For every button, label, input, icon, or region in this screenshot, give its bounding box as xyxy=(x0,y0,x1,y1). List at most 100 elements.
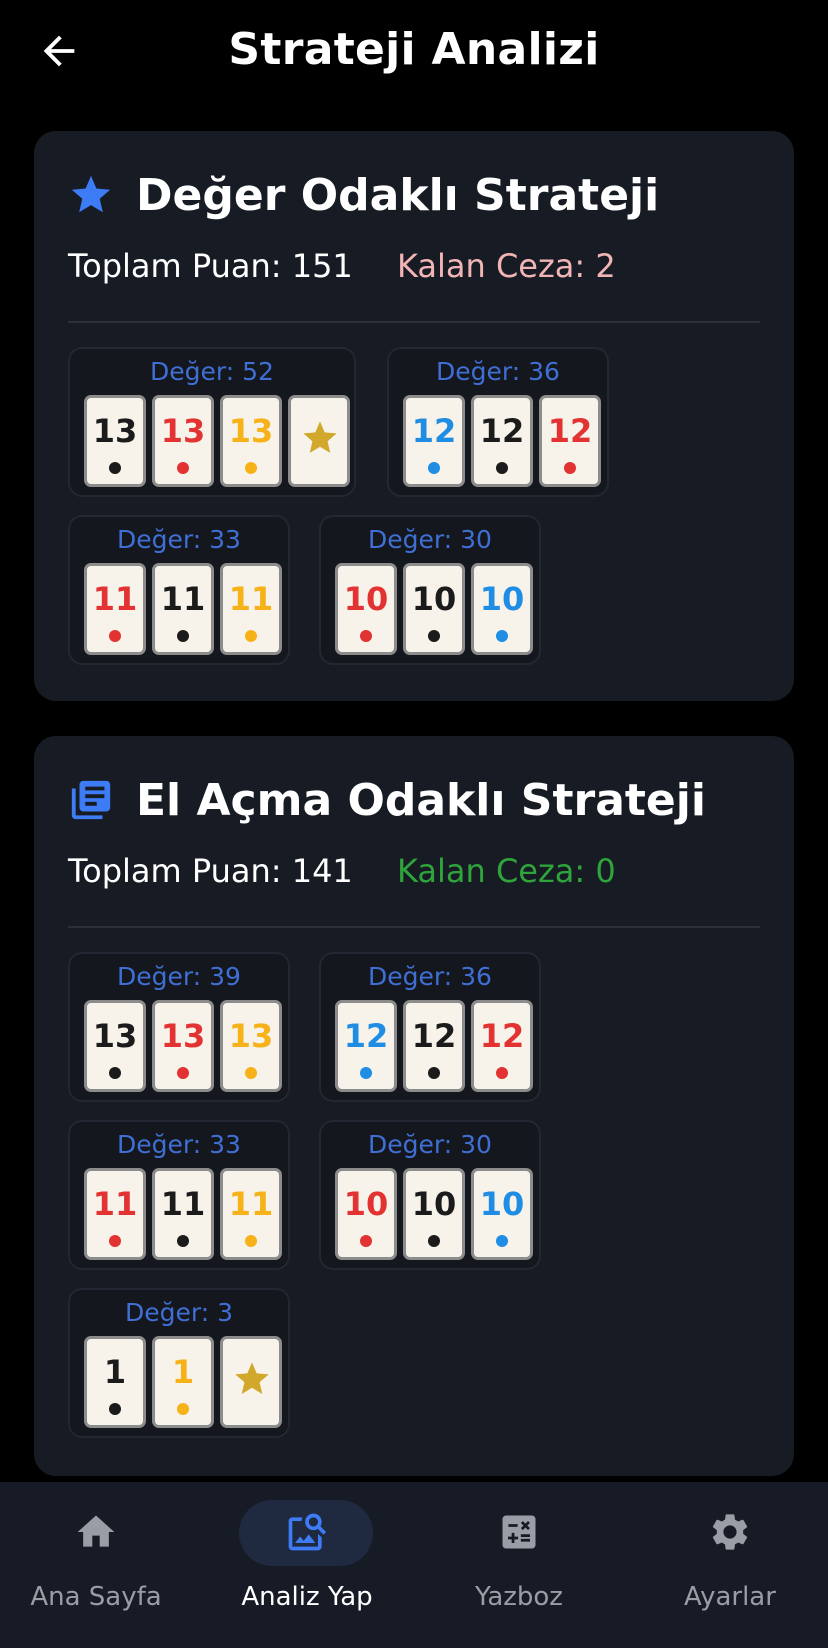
tile-number: 12 xyxy=(411,1017,457,1055)
tile-color-dot xyxy=(428,1067,440,1079)
tile-color-dot xyxy=(245,1235,257,1247)
tile-color-dot xyxy=(428,1235,440,1247)
group-value-label: Değer: 39 xyxy=(117,962,241,991)
group-value-label: Değer: 36 xyxy=(368,962,492,991)
strategy-header: Değer Odaklı Strateji xyxy=(68,165,659,225)
tile-number: 12 xyxy=(343,1017,389,1055)
remaining-penalty: Kalan Ceza: 0 xyxy=(396,852,616,890)
star-icon xyxy=(71,175,111,213)
tile-number: 12 xyxy=(479,1017,525,1055)
tile-color-dot xyxy=(360,630,372,642)
nav-item-home[interactable]: Ana Sayfa xyxy=(0,1482,196,1648)
number-tile: 12 xyxy=(403,1000,465,1092)
number-tile: 12 xyxy=(539,395,601,487)
tile-number: 12 xyxy=(411,412,457,450)
nav-item-label: Ayarlar xyxy=(684,1582,776,1612)
number-tile: 12 xyxy=(471,1000,533,1092)
group-value-label: Değer: 33 xyxy=(117,525,241,554)
tile-number: 1 xyxy=(171,1353,195,1391)
number-tile: 1 xyxy=(152,1336,214,1428)
tile-group: Değer: 33 11 11 11 xyxy=(68,515,290,665)
strategy-title: Değer Odaklı Strateji xyxy=(136,169,660,221)
tile-color-dot xyxy=(360,1235,372,1247)
tile-color-dot xyxy=(428,462,440,474)
nav-item-scoreboard[interactable]: Yazboz xyxy=(419,1482,619,1648)
tile-color-dot xyxy=(245,1067,257,1079)
app-bar: Strateji Analizi xyxy=(0,0,828,110)
tile-color-dot xyxy=(109,630,121,642)
total-points: Toplam Puan: 151 xyxy=(68,247,353,285)
strategy-title: El Açma Odaklı Strateji xyxy=(136,774,706,826)
tile-number: 10 xyxy=(411,580,457,618)
tile-group: Değer: 33 11 11 11 xyxy=(68,1120,290,1270)
tile-color-dot xyxy=(177,1235,189,1247)
group-value-label: Değer: 52 xyxy=(150,357,274,386)
nav-item-analyze[interactable]: Analiz Yap xyxy=(207,1482,407,1648)
tile-color-dot xyxy=(177,462,189,474)
tile-number: 11 xyxy=(92,1185,138,1223)
tile-group: Değer: 30 10 10 10 xyxy=(319,515,541,665)
number-tile: 12 xyxy=(335,1000,397,1092)
tile-color-dot xyxy=(177,630,189,642)
number-tile: 12 xyxy=(403,395,465,487)
group-value-label: Değer: 30 xyxy=(368,1130,492,1159)
strategy-header: El Açma Odaklı Strateji xyxy=(68,770,706,830)
joker-tile xyxy=(220,1336,282,1428)
strategy-card-value: Değer Odaklı Strateji Toplam Puan: 151 K… xyxy=(34,131,794,701)
tile-number: 13 xyxy=(228,412,274,450)
tile-number: 12 xyxy=(547,412,593,450)
tile-group: Değer: 36 12 12 12 xyxy=(319,952,541,1102)
joker-tile xyxy=(288,395,350,487)
home-icon xyxy=(77,1515,115,1547)
tile-number: 11 xyxy=(160,1185,206,1223)
number-tile: 10 xyxy=(403,563,465,655)
number-tile: 10 xyxy=(335,563,397,655)
nav-item-label: Ana Sayfa xyxy=(30,1582,162,1612)
number-tile: 11 xyxy=(152,1168,214,1260)
nav-item-label: Yazboz xyxy=(475,1582,563,1612)
tile-number: 1 xyxy=(103,1353,127,1391)
tile-number: 13 xyxy=(160,412,206,450)
number-tile: 13 xyxy=(152,1000,214,1092)
library-books-icon xyxy=(71,780,111,820)
nav-item-label: Analiz Yap xyxy=(241,1582,373,1612)
tile-color-dot xyxy=(109,462,121,474)
image-search-icon xyxy=(288,1513,327,1551)
tile-color-dot xyxy=(245,630,257,642)
tile-group: Değer: 52 13 13 13 xyxy=(68,347,356,497)
bottom-navigation: Ana Sayfa Analiz Yap Yazboz Ayarlar xyxy=(0,1482,828,1648)
number-tile: 11 xyxy=(220,1168,282,1260)
strategy-stats: Toplam Puan: 151 Kalan Ceza: 2 xyxy=(68,247,616,285)
tile-number: 13 xyxy=(228,1017,274,1055)
total-points: Toplam Puan: 141 xyxy=(68,852,353,890)
group-value-label: Değer: 3 xyxy=(125,1298,233,1327)
number-tile: 13 xyxy=(84,395,146,487)
number-tile: 1 xyxy=(84,1336,146,1428)
tile-number: 10 xyxy=(411,1185,457,1223)
tile-number: 10 xyxy=(343,580,389,618)
joker-star-icon xyxy=(235,1362,269,1394)
number-tile: 10 xyxy=(403,1168,465,1260)
tile-number: 13 xyxy=(160,1017,206,1055)
tile-group: Değer: 36 12 12 12 xyxy=(387,347,609,497)
tile-number: 10 xyxy=(479,1185,525,1223)
tile-color-dot xyxy=(496,630,508,642)
tile-color-dot xyxy=(496,1067,508,1079)
tile-number: 13 xyxy=(92,1017,138,1055)
tile-number: 11 xyxy=(92,580,138,618)
tile-color-dot xyxy=(109,1235,121,1247)
tile-color-dot xyxy=(496,462,508,474)
tile-number: 10 xyxy=(479,580,525,618)
tile-color-dot xyxy=(245,462,257,474)
joker-star-icon xyxy=(303,421,337,453)
gear-icon xyxy=(712,1514,748,1550)
group-value-label: Değer: 33 xyxy=(117,1130,241,1159)
tile-color-dot xyxy=(564,462,576,474)
divider xyxy=(68,321,760,323)
nav-item-settings[interactable]: Ayarlar xyxy=(630,1482,828,1648)
tile-color-dot xyxy=(360,1067,372,1079)
tile-number: 11 xyxy=(228,1185,274,1223)
remaining-penalty: Kalan Ceza: 2 xyxy=(396,247,616,285)
number-tile: 11 xyxy=(220,563,282,655)
tile-color-dot xyxy=(177,1403,189,1415)
